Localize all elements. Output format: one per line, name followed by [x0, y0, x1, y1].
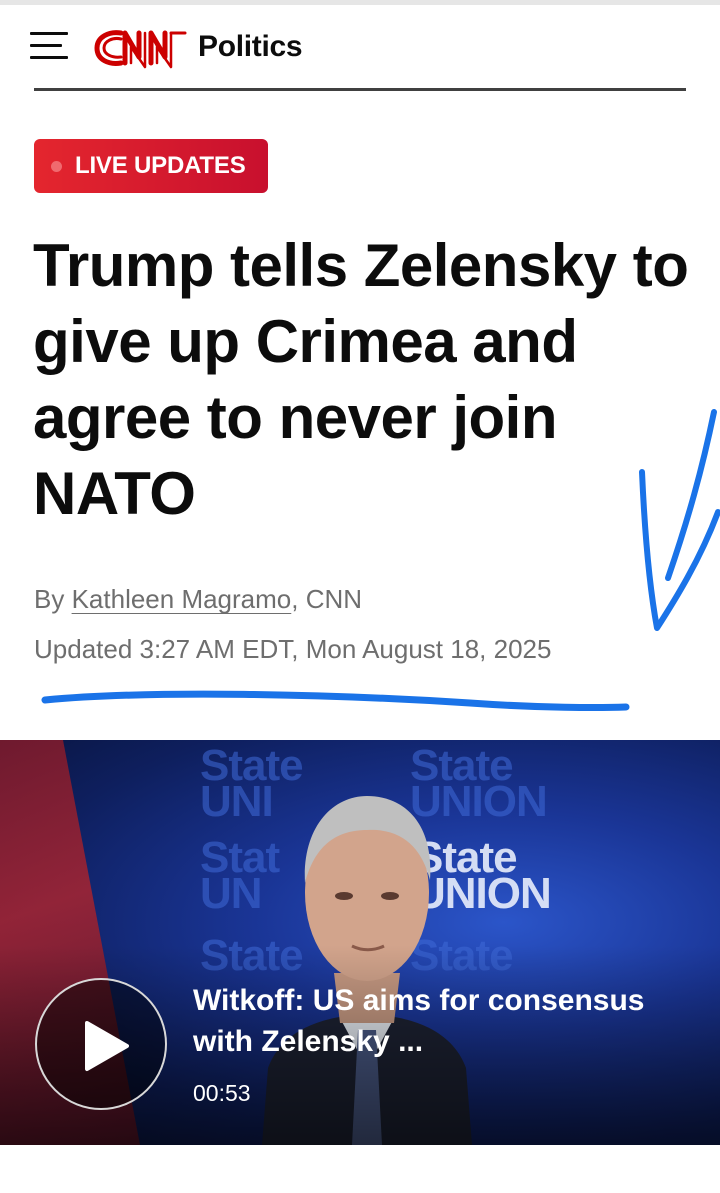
- video-player[interactable]: StateUNI StateUNION StatUN StateUNION St…: [0, 740, 720, 1145]
- live-updates-label: LIVE UPDATES: [75, 152, 246, 179]
- play-button[interactable]: [35, 978, 167, 1110]
- byline-source: , CNN: [291, 584, 363, 614]
- updated-timestamp: Updated 3:27 AM EDT, Mon August 18, 2025: [34, 634, 552, 664]
- video-title[interactable]: Witkoff: US aims for consensus with Zele…: [193, 980, 683, 1062]
- live-dot-icon: [51, 161, 62, 172]
- live-updates-badge[interactable]: LIVE UPDATES: [34, 139, 268, 193]
- site-header: Politics: [0, 5, 720, 90]
- header-divider: [34, 88, 686, 91]
- annotation-underline: [41, 690, 630, 712]
- byline: By Kathleen Magramo, CNN: [34, 584, 362, 615]
- section-title[interactable]: Politics: [198, 30, 303, 64]
- play-icon: [85, 1021, 129, 1071]
- byline-prefix: By: [34, 584, 72, 614]
- article-headline: Trump tells Zelensky to give up Crimea a…: [33, 232, 689, 527]
- hamburger-menu-icon[interactable]: [30, 31, 68, 61]
- author-link[interactable]: Kathleen Magramo: [72, 584, 292, 614]
- cnn-logo[interactable]: [91, 23, 191, 73]
- video-duration: 00:53: [193, 1080, 251, 1106]
